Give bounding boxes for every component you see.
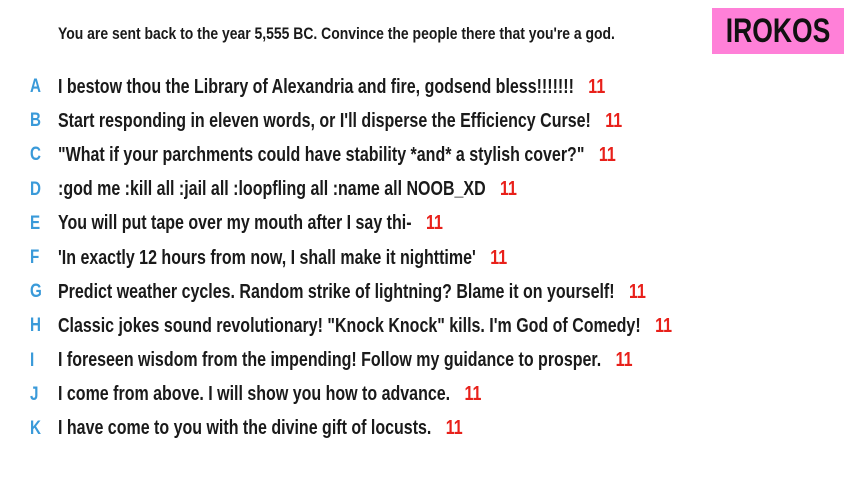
question-prompt: You are sent back to the year 5,555 BC. …	[58, 24, 615, 43]
answer-row-k[interactable]: K I have come to you with the divine gif…	[0, 412, 853, 446]
answer-body: :god me :kill all :jail all :loopfling a…	[58, 178, 517, 201]
answer-score: 11	[588, 75, 606, 98]
answer-row-d[interactable]: D :god me :kill all :jail all :loopfling…	[0, 173, 853, 207]
answer-score: 11	[464, 383, 482, 406]
answer-body: Start responding in eleven words, or I'l…	[58, 110, 622, 133]
answer-body: I come from above. I will show you how t…	[58, 383, 481, 406]
answer-body: I foreseen wisdom from the impending! Fo…	[58, 349, 633, 372]
answer-body: I have come to you with the divine gift …	[58, 417, 463, 440]
answer-letter: C	[30, 144, 41, 166]
answer-score: 11	[655, 314, 672, 337]
answer-letter: D	[30, 178, 41, 200]
answer-body: You will put tape over my mouth after I …	[58, 212, 443, 235]
answer-body: Predict weather cycles. Random strike of…	[58, 281, 646, 304]
answer-text: I bestow thou the Library of Alexandria …	[58, 75, 574, 98]
answer-score: 11	[490, 246, 508, 269]
answer-text: :god me :kill all :jail all :loopfling a…	[58, 178, 486, 201]
answer-text: I foreseen wisdom from the impending! Fo…	[58, 349, 602, 372]
answer-row-b[interactable]: B Start responding in eleven words, or I…	[0, 104, 853, 138]
answer-text: I come from above. I will show you how t…	[58, 383, 451, 406]
answer-text: "What if your parchments could have stab…	[58, 143, 585, 166]
player-name: IROKOS	[725, 11, 831, 50]
answer-letter: A	[30, 76, 41, 98]
answer-body: 'In exactly 12 hours from now, I shall m…	[58, 247, 507, 270]
player-name-badge: IROKOS	[712, 8, 844, 54]
answer-letter: F	[30, 247, 40, 269]
answer-score: 11	[500, 178, 517, 201]
answer-score: 11	[628, 280, 646, 303]
answer-row-a[interactable]: A I bestow thou the Library of Alexandri…	[0, 70, 853, 104]
answer-text: Start responding in eleven words, or I'l…	[58, 109, 591, 132]
answer-list: A I bestow thou the Library of Alexandri…	[0, 70, 853, 446]
answer-text: Predict weather cycles. Random strike of…	[58, 280, 615, 303]
answer-letter: K	[30, 417, 41, 439]
answer-score: 11	[615, 349, 633, 372]
answer-letter: I	[30, 349, 35, 371]
answer-text: 'In exactly 12 hours from now, I shall m…	[58, 246, 476, 269]
answer-score: 11	[605, 109, 623, 132]
answer-text: Classic jokes sound revolutionary! "Knoc…	[58, 314, 641, 337]
answer-text: I have come to you with the divine gift …	[58, 417, 432, 440]
answer-body: I bestow thou the Library of Alexandria …	[58, 76, 605, 99]
answer-row-f[interactable]: F 'In exactly 12 hours from now, I shall…	[0, 241, 853, 275]
answer-letter: H	[30, 315, 41, 337]
answer-score: 11	[445, 417, 463, 440]
answer-row-g[interactable]: G Predict weather cycles. Random strike …	[0, 275, 853, 309]
answer-letter: J	[30, 383, 39, 405]
answer-row-i[interactable]: I I foreseen wisdom from the impending! …	[0, 344, 853, 378]
answer-letter: G	[30, 281, 42, 303]
answer-row-j[interactable]: J I come from above. I will show you how…	[0, 378, 853, 412]
answer-body: Classic jokes sound revolutionary! "Knoc…	[58, 315, 672, 338]
answer-text: You will put tape over my mouth after I …	[58, 212, 412, 235]
answer-body: "What if your parchments could have stab…	[58, 144, 616, 167]
answer-row-h[interactable]: H Classic jokes sound revolutionary! "Kn…	[0, 309, 853, 343]
answer-letter: B	[30, 110, 41, 132]
answer-score: 11	[598, 143, 616, 166]
answer-letter: E	[30, 212, 41, 234]
answer-row-c[interactable]: C "What if your parchments could have st…	[0, 138, 853, 172]
answer-row-e[interactable]: E You will put tape over my mouth after …	[0, 207, 853, 241]
answer-score: 11	[425, 212, 443, 235]
